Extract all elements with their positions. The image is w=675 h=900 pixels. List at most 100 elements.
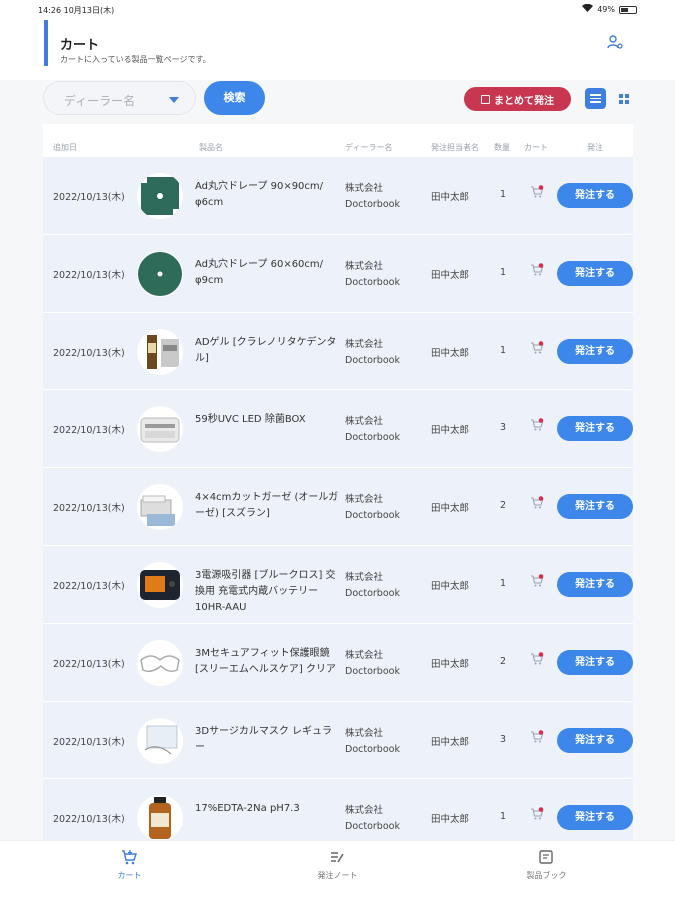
table-row[interactable]: 2022/10/13(木) 4×4cmカットガーゼ (オールガーゼ) [スズラン]… [43, 467, 633, 545]
row-person: 田中太郎 [431, 736, 470, 748]
row-added-date: 2022/10/13(木) [53, 580, 125, 592]
tab-cart[interactable]: カート [17, 841, 242, 900]
tab-product-book-label: 製品ブック [526, 871, 567, 880]
status-bar: 14:26 10月13日(木) 49% [0, 0, 675, 20]
order-button[interactable]: 発注する [557, 571, 633, 597]
order-button[interactable]: 発注する [557, 260, 633, 286]
search-button[interactable]: 検索 [204, 81, 265, 115]
table-row[interactable]: 2022/10/13(木) 59秒UVC LED 除菌BOX 株式会社 Doctorb… [43, 389, 633, 468]
row-dealer-line1: 株式会社 [345, 260, 384, 272]
grid-icon-cell [618, 99, 623, 104]
row-person: 田中太郎 [431, 580, 470, 592]
cart-table: 追加日 製品名 ディーラー名 発注担当者名 数量 カート 発注 2022/10/… [43, 124, 633, 857]
table-row[interactable]: 2022/10/13(木) 3電源吸引器 [ブルークロス] 交換用 充電式内蔵バッ… [43, 544, 633, 623]
row-dealer-line1: 株式会社 [345, 649, 384, 661]
row-dealer: 株式会社 Doctorbook [345, 414, 400, 446]
list-icon-line [590, 97, 601, 100]
product-thumbnail [137, 639, 183, 686]
order-button[interactable]: 発注する [557, 183, 633, 208]
row-dealer-line2: Doctorbook [345, 354, 400, 366]
cart-remove-icon[interactable] [530, 651, 544, 666]
cart-remove-icon[interactable] [530, 729, 544, 744]
tab-bar: カート 発注ノート 製品ブック [0, 840, 675, 900]
product-thumbnail [137, 717, 183, 764]
bulk-order-label: まとめて発注 [494, 95, 554, 107]
cart-remove-icon[interactable] [530, 574, 544, 588]
grid-icon-cell [624, 99, 629, 104]
table-row[interactable]: 2022/10/13(木) Ad丸穴ドレープ 90×90cm/φ6cm 株式会社 Do… [43, 156, 633, 234]
status-right: 49% [582, 3, 637, 15]
row-dealer-line1: 株式会社 [345, 183, 384, 194]
row-product-name[interactable]: ADゲル [クラレノリタケデンタル] [195, 335, 340, 367]
row-person: 田中太郎 [431, 658, 470, 670]
table-body: 2022/10/13(木) Ad丸穴ドレープ 90×90cm/φ6cm 株式会社 Do… [43, 156, 633, 857]
cart-remove-icon[interactable] [530, 340, 544, 355]
row-quantity: 1 [500, 811, 507, 823]
tab-order-note-label: 発注ノート [317, 871, 358, 880]
row-added-date: 2022/10/13(木) [53, 425, 125, 437]
cart-remove-icon[interactable] [530, 496, 544, 510]
header-accent-bar [44, 20, 48, 66]
order-button[interactable]: 発注する [557, 494, 633, 520]
row-dealer: 株式会社 Doctorbook [345, 726, 400, 758]
table-row[interactable]: 2022/10/13(木) ADゲル [クラレノリタケデンタル] 株式会社 Docto… [43, 311, 633, 390]
row-product-name[interactable]: 3Dサージカルマスク レギュラー [195, 724, 340, 756]
row-dealer-line1: 株式会社 [345, 494, 384, 506]
row-dealer-line2: Doctorbook [345, 510, 400, 522]
table-row[interactable]: 2022/10/13(木) 3Mセキュアフィット保護眼鏡 [スリーエムヘルスケア]… [43, 622, 633, 701]
user-settings-icon[interactable] [607, 34, 623, 50]
toolbar: ディーラー名 検索 まとめて発注 [0, 80, 675, 124]
row-added-date: 2022/10/13(木) [53, 192, 125, 203]
row-person: 田中太郎 [431, 425, 470, 437]
list-view-toggle[interactable] [585, 88, 606, 109]
row-added-date: 2022/10/13(木) [53, 736, 125, 748]
col-person: 発注担当者名 [431, 143, 479, 152]
order-button[interactable]: 発注する [557, 338, 633, 364]
cart-remove-icon[interactable] [530, 185, 544, 199]
row-added-date: 2022/10/13(木) [53, 814, 125, 826]
table-row[interactable]: 2022/10/13(木) 3Dサージカルマスク レギュラー 株式会社 Doctorb… [43, 700, 633, 779]
row-quantity: 2 [500, 655, 507, 667]
order-button[interactable]: 発注する [557, 805, 633, 831]
order-button[interactable]: 発注する [557, 649, 633, 675]
col-cart: カート [524, 143, 548, 152]
grid-view-toggle[interactable] [613, 88, 634, 109]
row-dealer-line2: Doctorbook [345, 821, 400, 833]
row-dealer-line2: Doctorbook [345, 432, 400, 444]
row-product-name[interactable]: 59秒UVC LED 除菌BOX [195, 412, 340, 428]
dealer-select[interactable]: ディーラー名 [43, 81, 196, 115]
row-product-name[interactable]: 3Mセキュアフィット保護眼鏡 [スリーエムヘルスケア] クリア [195, 646, 340, 678]
order-button[interactable]: 発注する [557, 727, 633, 753]
cart-remove-icon[interactable] [530, 418, 544, 432]
row-dealer-line1: 株式会社 [345, 727, 384, 739]
row-product-name[interactable]: 3電源吸引器 [ブルークロス] 交換用 充電式内蔵バッテリー10HR-AAU [195, 568, 340, 616]
row-added-date: 2022/10/13(木) [53, 269, 125, 281]
row-quantity: 3 [500, 733, 507, 745]
product-thumbnail [137, 484, 183, 531]
list-icon-line [590, 101, 601, 103]
row-product-name[interactable]: Ad丸穴ドレープ 90×90cm/φ6cm [195, 179, 340, 211]
row-added-date: 2022/10/13(木) [53, 347, 125, 359]
order-button[interactable]: 発注する [557, 416, 633, 442]
wifi-icon [582, 3, 594, 15]
cart-remove-icon[interactable] [530, 807, 544, 821]
row-product-name[interactable]: 17%EDTA-2Na pH7.3 [195, 801, 340, 817]
tab-product-book[interactable]: 製品ブック [434, 841, 659, 900]
row-product-name[interactable]: 4×4cmカットガーゼ (オールガーゼ) [スズラン] [195, 490, 340, 522]
battery-text: 49% [597, 5, 615, 14]
product-thumbnail [137, 173, 183, 219]
note-icon [329, 849, 345, 865]
cart-remove-icon[interactable] [530, 262, 544, 277]
tab-cart-label: カート [117, 871, 142, 880]
row-added-date: 2022/10/13(木) [53, 503, 125, 515]
col-added-date: 追加日 [53, 143, 77, 152]
table-row[interactable]: 2022/10/13(木) Ad丸穴ドレープ 60×60cm/φ9cm 株式会社 Do… [43, 233, 633, 312]
row-person: 田中太郎 [431, 269, 470, 281]
row-product-name[interactable]: Ad丸穴ドレープ 60×60cm/φ9cm [195, 257, 340, 289]
row-dealer: 株式会社 Doctorbook [345, 337, 400, 369]
tab-order-note[interactable]: 発注ノート [225, 841, 450, 900]
row-quantity: 2 [500, 500, 507, 512]
dealer-select-placeholder: ディーラー名 [64, 94, 136, 108]
bulk-order-button[interactable]: まとめて発注 [464, 87, 571, 111]
product-thumbnail [137, 406, 183, 453]
